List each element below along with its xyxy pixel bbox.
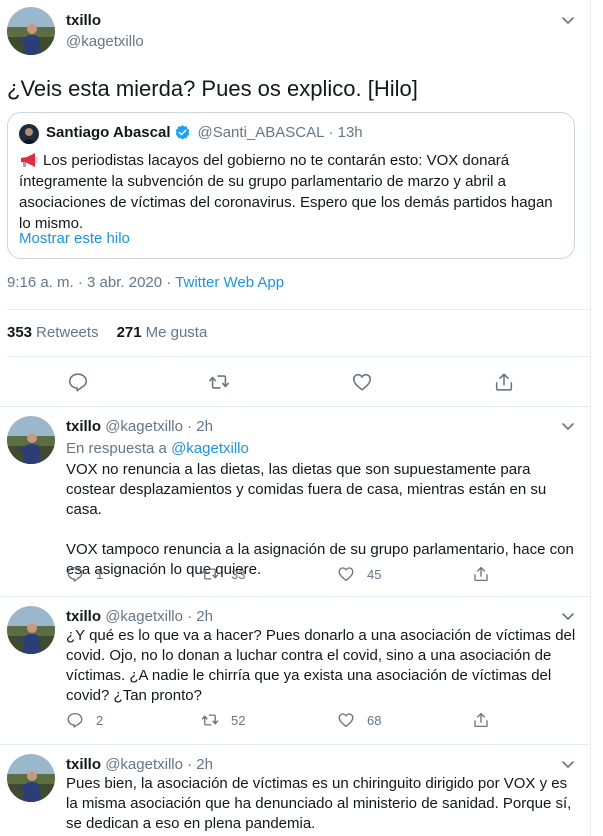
source-app[interactable]: Twitter Web App [175,274,284,291]
author-name[interactable]: txillo [66,608,101,625]
reply-icon [66,565,84,583]
author-handle[interactable]: @kagetxillo [105,418,183,435]
retweet-count: 33 [231,566,246,582]
avatar[interactable] [7,416,55,464]
avatar[interactable] [7,7,55,55]
divider [7,309,590,310]
chevron-down-icon[interactable] [560,608,576,624]
retweets-stat[interactable]: 353 Retweets [7,324,99,341]
avatar[interactable] [7,754,55,802]
reply-paragraph: ¿Y qué es lo que va a hacer? Pues donarl… [66,627,576,704]
chevron-down-icon[interactable] [560,12,576,28]
like-icon [337,565,355,583]
tweet-text: ¿Veis esta mierda? Pues os explico. [Hil… [7,76,418,101]
reply-text: Pues bien, la asociación de víctimas es … [66,774,581,834]
verified-badge-icon [174,124,191,141]
share-action[interactable] [472,563,502,585]
quoted-time: · 13h [328,124,363,141]
in-reply-mention[interactable]: @kagetxillo [171,440,249,457]
likes-count: 271 [116,324,142,341]
share-icon [472,711,490,729]
author-handle[interactable]: @kagetxillo [105,608,183,625]
retweets-label: Retweets [36,324,99,341]
chevron-down-icon[interactable] [560,418,576,434]
author-handle[interactable]: @kagetxillo [66,33,144,50]
quoted-author-handle: @Santi_ABASCAL [197,124,325,141]
author-name[interactable]: txillo [66,418,101,435]
reply-header: txillo @kagetxillo · 2h [66,756,213,773]
quoted-author-name: Santiago Abascal [46,124,171,141]
retweets-count: 353 [7,324,33,341]
retweet-action[interactable]: 52 [201,709,245,731]
author-name[interactable]: txillo [66,12,101,29]
reply-text: ¿Y qué es lo que va a hacer? Pues donarl… [66,626,581,706]
quoted-text: Los periodistas lacayos del gobierno no … [19,152,553,232]
tweet-stats: 353 Retweets 271 Me gusta [7,324,207,341]
retweet-count: 52 [231,712,246,728]
retweet-action[interactable]: 33 [201,563,245,585]
tweet-meta: 9:16 a. m. · 3 abr. 2020 · Twitter Web A… [7,274,284,291]
reply-action[interactable]: 2 [66,709,103,731]
in-reply-label: En respuesta a [66,440,167,457]
quoted-text-block: Los periodistas lacayos del gobierno no … [19,150,565,234]
reply-tweet[interactable]: txillo @kagetxillo · 2h ¿Y qué es lo que… [0,597,590,745]
reply-count: 2 [96,712,104,728]
reply-header: txillo @kagetxillo · 2h [66,418,213,435]
megaphone-icon [19,152,39,167]
retweet-icon[interactable] [208,371,230,393]
like-count: 45 [367,566,382,582]
like-icon [337,711,355,729]
tweet-time[interactable]: · 2h [187,756,213,773]
reply-tweet[interactable]: txillo @kagetxillo · 2h Pues bien, la as… [0,745,590,836]
author-name[interactable]: txillo [66,756,101,773]
chevron-down-icon[interactable] [560,756,576,772]
tweet-thread: txillo @kagetxillo ¿Veis esta mierda? Pu… [0,0,591,836]
retweet-icon [201,711,219,729]
likes-stat[interactable]: 271 Me gusta [117,324,208,341]
share-icon[interactable] [493,371,515,393]
quoted-header: Santiago Abascal @Santi_ABASCAL · 13h [46,124,363,141]
like-action[interactable]: 45 [337,563,381,585]
show-thread-link[interactable]: Mostrar este hilo [19,230,130,247]
retweet-icon [201,565,219,583]
like-count: 68 [367,712,382,728]
divider [7,356,590,357]
tweet-time[interactable]: · 2h [187,418,213,435]
author-handle[interactable]: @kagetxillo [105,756,183,773]
likes-label: Me gusta [145,324,208,341]
reply-icon[interactable] [67,371,89,393]
main-tweet: txillo @kagetxillo ¿Veis esta mierda? Pu… [0,0,590,407]
reply-paragraph: VOX tampoco renuncia a la asignación de … [66,541,574,578]
like-action[interactable]: 68 [337,709,381,731]
reply-header: txillo @kagetxillo · 2h [66,608,213,625]
tweet-time[interactable]: · 2h [187,608,213,625]
reply-paragraph: VOX no renuncia a las dietas, las dietas… [66,461,547,518]
reply-paragraph: Pues bien, la asociación de víctimas es … [66,775,572,832]
avatar[interactable] [7,606,55,654]
reply-tweet[interactable]: txillo @kagetxillo · 2h En respuesta a @… [0,407,590,597]
quoted-avatar [19,124,39,144]
share-action[interactable] [472,709,502,731]
share-icon [472,565,490,583]
like-icon[interactable] [351,371,373,393]
reply-icon [66,711,84,729]
timestamp[interactable]: 9:16 a. m. · 3 abr. 2020 · [7,274,171,291]
reply-text: VOX no renuncia a las dietas, las dietas… [66,460,581,580]
in-reply-to: En respuesta a @kagetxillo [66,440,249,457]
quoted-tweet[interactable]: Santiago Abascal @Santi_ABASCAL · 13h Lo… [7,112,575,259]
reply-count: 1 [96,566,104,582]
reply-action[interactable]: 1 [66,563,103,585]
